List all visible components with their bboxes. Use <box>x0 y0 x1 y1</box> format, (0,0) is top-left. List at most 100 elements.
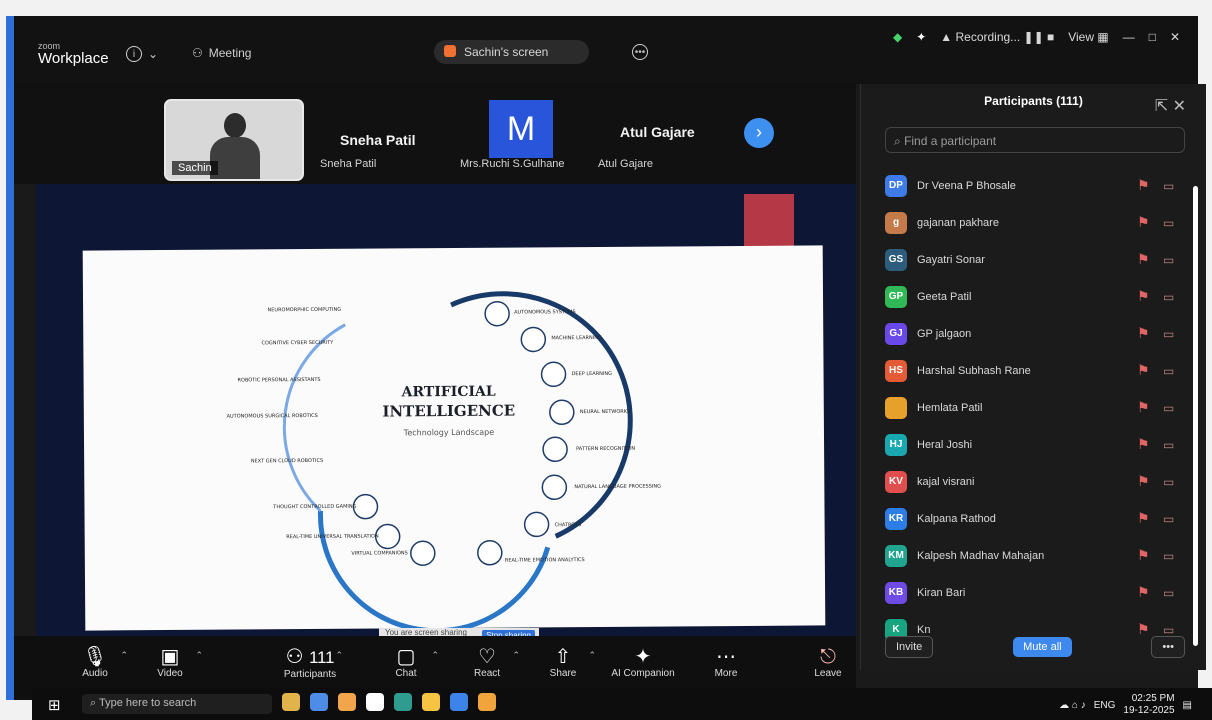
participant-name: Heral Joshi <box>917 438 973 451</box>
system-clock[interactable]: 02:25 PM 19-12-2025 <box>1123 693 1174 717</box>
more-icon: ⋯ <box>716 646 736 668</box>
svg-text:NEURAL NETWORKS: NEURAL NETWORKS <box>580 409 630 415</box>
folder-icon[interactable] <box>478 693 496 711</box>
participant-row[interactable]: KV kajal visrani ⚑ ▭ <box>885 463 1185 500</box>
participant-name: GP jalgaon <box>917 327 972 340</box>
svg-text:AUTONOMOUS SYSTEMS: AUTONOMOUS SYSTEMS <box>514 309 576 315</box>
react-button[interactable]: ♡ ⌃ React <box>451 646 523 679</box>
mic-muted-icon[interactable]: ⚑ <box>1137 547 1153 564</box>
video-muted-icon[interactable]: ▭ <box>1163 623 1185 637</box>
participant-row[interactable]: KB Kiran Bari ⚑ ▭ <box>885 574 1185 611</box>
ai-companion-button[interactable]: ✦ AI Companion <box>607 646 679 679</box>
participants-scrollbar[interactable] <box>1193 186 1198 646</box>
sachin-video-tile[interactable]: Sachin <box>164 99 304 181</box>
ai-landscape-graphic: ARTIFICIAL INTELLIGENCE Technology Lands… <box>227 291 661 634</box>
audio-button[interactable]: 🎙 ⌃ Audio <box>59 646 131 679</box>
mic-muted-icon[interactable]: ⚑ <box>1137 399 1153 416</box>
minimize-button[interactable]: — <box>1123 30 1135 44</box>
people-icon: ⚇ <box>192 46 203 60</box>
participant-row[interactable]: HS Harshal Subhash Rane ⚑ ▭ <box>885 352 1185 389</box>
close-button[interactable]: ✕ <box>1170 30 1180 44</box>
svg-text:VIRTUAL COMPANIONS: VIRTUAL COMPANIONS <box>351 550 407 556</box>
zoom-icon[interactable] <box>450 693 468 711</box>
mic-muted-icon[interactable]: ⚑ <box>1137 584 1153 601</box>
screen-share-tab[interactable]: Sachin's screen <box>434 40 589 64</box>
video-muted-icon[interactable]: ▭ <box>1163 179 1185 193</box>
video-muted-icon[interactable]: ▭ <box>1163 549 1185 563</box>
view-button[interactable]: View ▦ <box>1068 30 1108 44</box>
video-button[interactable]: ▣ ⌃ Video <box>134 646 206 679</box>
app-icon[interactable] <box>310 693 328 711</box>
meeting-info-button[interactable]: i ⌄ <box>126 46 158 62</box>
video-muted-icon[interactable]: ▭ <box>1163 290 1185 304</box>
participant-row[interactable]: g gajanan pakhare ⚑ ▭ <box>885 204 1185 241</box>
participant-row[interactable]: GP Geeta Patil ⚑ ▭ <box>885 278 1185 315</box>
participant-row[interactable]: DP Dr Veena P Bhosale ⚑ ▭ <box>885 167 1185 204</box>
participant-row[interactable]: GS Gayatri Sonar ⚑ ▭ <box>885 241 1185 278</box>
participant-row[interactable]: GJ GP jalgaon ⚑ ▭ <box>885 315 1185 352</box>
edge-icon[interactable] <box>394 693 412 711</box>
app-icon[interactable] <box>282 693 300 711</box>
svg-text:AUTONOMOUS SURGICAL ROBOTICS: AUTONOMOUS SURGICAL ROBOTICS <box>227 413 318 420</box>
popout-icon[interactable]: ⇱ ✕ <box>1155 96 1186 116</box>
meeting-menu[interactable]: ⚇ Meeting <box>192 46 251 60</box>
sparkle-icon[interactable]: ✦ <box>916 30 926 44</box>
info-icon: i <box>126 46 142 62</box>
participants-button[interactable]: ⚇ 111 ⌃ Participants <box>274 646 346 680</box>
app-icon[interactable] <box>366 693 384 711</box>
more-button[interactable]: ⋯ More <box>690 646 762 679</box>
slide-title-intelligence: INTELLIGENCE <box>382 402 515 421</box>
participant-row[interactable]: KR Kalpana Rathod ⚑ ▭ <box>885 500 1185 537</box>
participant-avatar: GP <box>885 285 907 308</box>
mic-muted-icon[interactable]: ⚑ <box>1137 510 1153 527</box>
mic-muted-icon[interactable]: ⚑ <box>1137 251 1153 268</box>
slide-subtitle: Technology Landscape <box>403 428 494 438</box>
avatar-m: M <box>489 100 553 158</box>
video-muted-icon[interactable]: ▭ <box>1163 586 1185 600</box>
taskbar-apps <box>282 693 496 711</box>
mic-muted-icon[interactable]: ⚑ <box>1137 436 1153 453</box>
video-muted-icon[interactable]: ▭ <box>1163 512 1185 526</box>
recording-status[interactable]: ▲ Recording... ❚❚ ■ <box>940 30 1054 44</box>
sneha-tile-title: Sneha Patil <box>340 132 416 148</box>
mic-muted-icon[interactable]: ⚑ <box>1137 177 1153 194</box>
zoom-window: zoom Workplace i ⌄ ⚇ Meeting Sachin's scree… <box>6 16 1206 700</box>
mute-all-button[interactable]: Mute all <box>1013 637 1072 657</box>
video-muted-icon[interactable]: ▭ <box>1163 364 1185 378</box>
mic-muted-icon[interactable]: ⚑ <box>1137 473 1153 490</box>
network-icon[interactable]: ☁ ⌂ ♪ <box>1059 700 1086 711</box>
more-icon[interactable]: ••• <box>632 44 648 60</box>
mic-muted-icon[interactable]: ⚑ <box>1137 325 1153 342</box>
video-muted-icon[interactable]: ▭ <box>1163 216 1185 230</box>
chat-button[interactable]: ▢ ⌃ Chat <box>370 646 442 679</box>
participant-name: kajal visrani <box>917 475 975 488</box>
mic-muted-icon[interactable]: ⚑ <box>1137 214 1153 231</box>
more-participants-options[interactable]: ••• <box>1151 636 1185 658</box>
language-indicator[interactable]: ENG <box>1094 700 1116 711</box>
maximize-button[interactable]: □ <box>1149 30 1156 44</box>
participant-search[interactable]: ⌕ Find a participant <box>885 127 1185 153</box>
participant-row[interactable]: HJ Heral Joshi ⚑ ▭ <box>885 426 1185 463</box>
invite-button[interactable]: Invite <box>885 636 934 658</box>
mic-muted-icon[interactable]: ⚑ <box>1137 362 1153 379</box>
participant-row[interactable]: KM Kalpesh Madhav Mahajan ⚑ ▭ <box>885 537 1185 574</box>
video-muted-icon[interactable]: ▭ <box>1163 438 1185 452</box>
video-muted-icon[interactable]: ▭ <box>1163 401 1185 415</box>
windows-taskbar: ⊞ ⌕ Type here to search ☁ ⌂ ♪ ENG 02:25 … <box>32 688 1212 720</box>
app-icon[interactable] <box>422 693 440 711</box>
next-page-button[interactable]: › <box>744 118 774 148</box>
taskbar-search[interactable]: ⌕ Type here to search <box>82 694 272 714</box>
windows-start-icon[interactable]: ⊞ <box>48 696 61 714</box>
leave-button[interactable]: ⎋ Leave <box>792 646 864 679</box>
participant-avatar: GJ <box>885 322 907 345</box>
notification-icon[interactable]: ▤ <box>1183 700 1192 711</box>
svg-text:DEEP LEARNING: DEEP LEARNING <box>572 371 613 377</box>
mic-muted-icon[interactable]: ⚑ <box>1137 288 1153 305</box>
video-muted-icon[interactable]: ▭ <box>1163 475 1185 489</box>
video-muted-icon[interactable]: ▭ <box>1163 327 1185 341</box>
video-muted-icon[interactable]: ▭ <box>1163 253 1185 267</box>
share-button[interactable]: ⇧ ⌃ Share <box>527 646 599 679</box>
app-icon[interactable] <box>338 693 356 711</box>
ruchi-name: Mrs.Ruchi S.Gulhane <box>460 158 565 170</box>
participant-row[interactable]: Hemlata Patil ⚑ ▭ <box>885 389 1185 426</box>
